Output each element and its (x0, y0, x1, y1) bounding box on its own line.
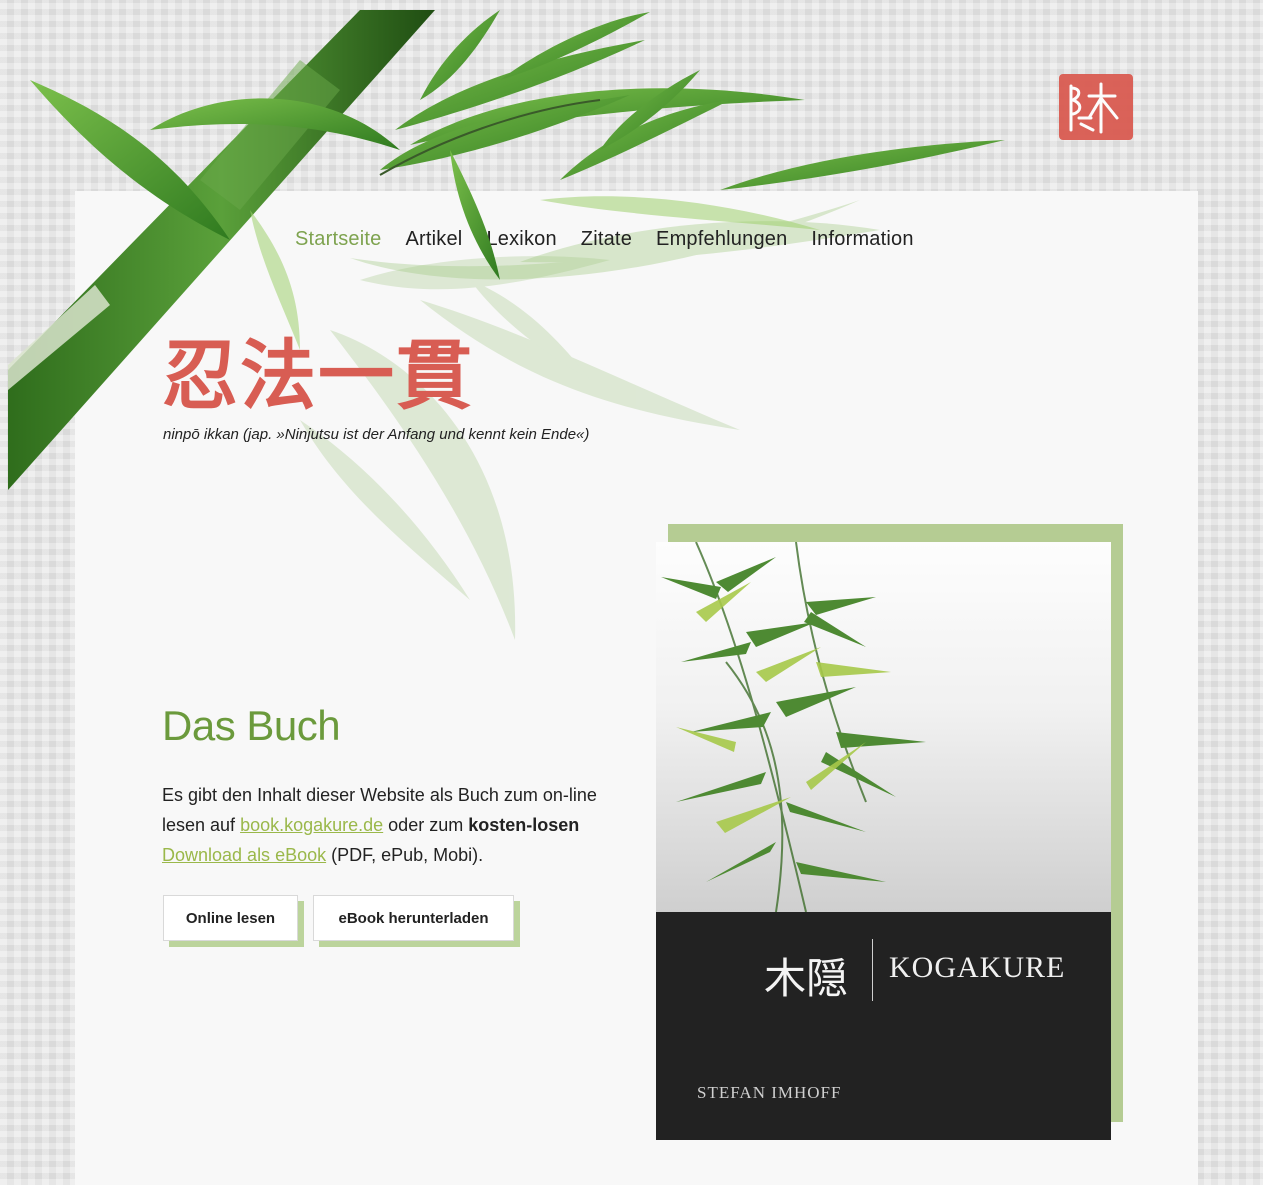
hero-subtitle: ninpō ikkan (jap. »Ninjutsu ist der Anfa… (163, 426, 590, 443)
nav-item-startseite[interactable]: Startseite (295, 228, 381, 256)
kogakure-seal-icon[interactable] (1059, 74, 1133, 140)
cover-title-band: 木隠 KOGAKURE STEFAN IMHOFF (656, 912, 1111, 1140)
book-text-part-4: (PDF, ePub, Mobi). (326, 845, 484, 865)
book-description: Es gibt den Inhalt dieser Website als Bu… (162, 780, 632, 870)
cover-author: STEFAN IMHOFF (697, 1083, 842, 1102)
cover-title: KOGAKURE (889, 951, 1066, 984)
nav-item-zitate[interactable]: Zitate (581, 228, 632, 256)
hero-kanji-title: 忍法一貫 (162, 331, 474, 420)
book-cover-image[interactable]: 木隠 KOGAKURE STEFAN IMHOFF (656, 542, 1111, 1140)
online-lesen-button[interactable]: Online lesen (163, 895, 298, 941)
book-text-part-2: oder zum (383, 815, 469, 835)
cover-bamboo-photo (656, 542, 1111, 913)
cover-kanji: 木隠 (764, 954, 849, 1003)
book-online-link[interactable]: book.kogakure.de (240, 815, 383, 835)
nav-item-information[interactable]: Information (811, 228, 913, 256)
book-text-bold: kosten-losen (468, 815, 580, 835)
nav-item-empfehlungen[interactable]: Empfehlungen (656, 228, 787, 256)
book-heading: Das Buch (162, 702, 341, 749)
ebook-download-button[interactable]: eBook herunterladen (313, 895, 514, 941)
nav-item-lexikon[interactable]: Lexikon (486, 228, 556, 256)
cover-divider (872, 939, 873, 1001)
ebook-download-link[interactable]: Download als eBook (162, 845, 326, 865)
main-navigation: Startseite Artikel Lexikon Zitate Empfeh… (295, 228, 914, 256)
nav-item-artikel[interactable]: Artikel (405, 228, 462, 256)
